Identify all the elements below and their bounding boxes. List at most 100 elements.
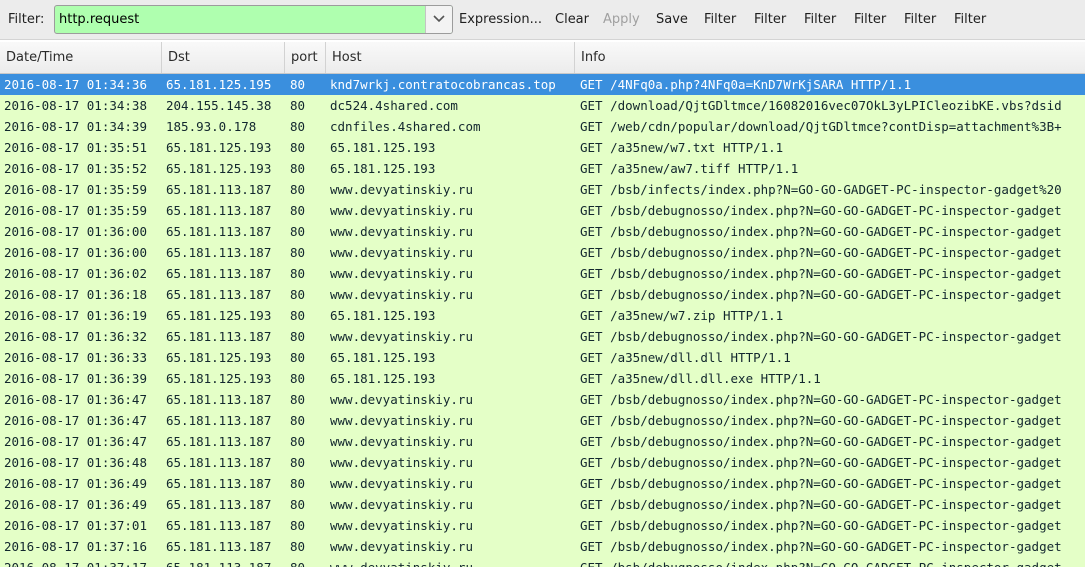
cell-host: www.devyatinskiy.ru (330, 287, 473, 302)
cell-port: 80 (290, 119, 306, 134)
expression-button[interactable]: Expression... (459, 12, 542, 27)
cell-datetime: 2016-08-17 01:37:17 (4, 557, 161, 567)
table-row[interactable]: 2016-08-17 01:36:18 65.181.113.187 80 www.d… (0, 284, 1085, 305)
filter-button-1[interactable]: Filter (704, 12, 736, 27)
table-row[interactable]: 2016-08-17 01:36:02 65.181.113.187 80 www.d… (0, 263, 1085, 284)
table-row[interactable]: 2016-08-17 01:34:38 204.155.145.38 80 dc524… (0, 95, 1085, 116)
cell-host: www.devyatinskiy.ru (330, 539, 473, 554)
cell-datetime: 2016-08-17 01:36:00 (4, 224, 147, 239)
cell-host: 65.181.125.193 (330, 161, 436, 176)
cell-datetime: 2016-08-17 01:37:01 (4, 518, 147, 533)
table-row[interactable]: 2016-08-17 01:36:32 65.181.113.187 80 www.d… (0, 326, 1085, 347)
display-filter-input[interactable] (55, 6, 425, 33)
cell-port: 80 (290, 266, 306, 281)
cell-datetime: 2016-08-17 01:36:19 (4, 308, 147, 323)
table-row[interactable]: 2016-08-17 01:36:39 65.181.125.193 80 65.18… (0, 368, 1085, 389)
filter-button-4[interactable]: Filter (854, 12, 886, 27)
table-row[interactable]: 2016-08-17 01:36:33 65.181.125.193 80 65.18… (0, 347, 1085, 368)
cell-dst: 185.93.0.178 (166, 119, 257, 134)
filter-button-5[interactable]: Filter (904, 12, 936, 27)
cell-port: 80 (290, 182, 306, 197)
packet-list: 2016-08-17 01:34:36 65.181.125.195 80 knd7w… (0, 74, 1085, 567)
table-row[interactable]: 2016-08-17 01:36:48 65.181.113.187 80 www.d… (0, 452, 1085, 473)
cell-info: GET /bsb/debugnosso/index.php?N=GO-GO-GA… (580, 539, 1062, 554)
table-row[interactable]: 2016-08-17 01:35:59 65.181.113.187 80 www.d… (0, 179, 1085, 200)
table-row[interactable]: 2016-08-17 01:36:47 65.181.113.187 80 www.d… (0, 410, 1085, 431)
cell-info: GET /bsb/debugnosso/index.php?N=GO-GO-GA… (580, 413, 1062, 428)
column-header-datetime[interactable]: Date/Time (0, 42, 162, 73)
cell-dst: 65.181.125.193 (166, 161, 272, 176)
table-row[interactable]: 2016-08-17 01:36:49 65.181.113.187 80 www.d… (0, 473, 1085, 494)
cell-datetime: 2016-08-17 01:35:59 (4, 203, 147, 218)
cell-datetime: 2016-08-17 01:36:32 (4, 329, 147, 344)
table-row[interactable]: 2016-08-17 01:36:19 65.181.125.193 80 65.18… (0, 305, 1085, 326)
table-row[interactable]: 2016-08-17 01:36:49 65.181.113.187 80 www.d… (0, 494, 1085, 515)
cell-datetime: 2016-08-17 01:36:49 (4, 476, 147, 491)
cell-port: 80 (290, 329, 306, 344)
cell-info: GET /bsb/debugnosso/index.php?N=GO-GO-GA… (580, 287, 1062, 302)
cell-port: 80 (290, 557, 326, 567)
column-header-info[interactable]: Info (575, 42, 1085, 73)
cell-info: GET /download/QjtGDltmce/16082016vec07Ok… (580, 98, 1062, 113)
cell-dst: 65.181.113.187 (166, 434, 272, 449)
table-row[interactable]: 2016-08-17 01:35:51 65.181.125.193 80 65.18… (0, 137, 1085, 158)
table-row[interactable]: 2016-08-17 01:36:00 65.181.113.187 80 www.d… (0, 242, 1085, 263)
cell-datetime: 2016-08-17 01:35:51 (4, 140, 147, 155)
table-row[interactable]: 2016-08-17 01:36:47 65.181.113.187 80 www.d… (0, 431, 1085, 452)
cell-datetime: 2016-08-17 01:36:47 (4, 413, 147, 428)
apply-button[interactable]: Apply (603, 12, 640, 27)
display-filter-combo[interactable] (54, 5, 453, 34)
cell-info: GET /bsb/debugnosso/index.php?N=GO-GO-GA… (580, 476, 1062, 491)
column-header-dst[interactable]: Dst (162, 42, 285, 73)
column-header-port[interactable]: port (285, 42, 326, 73)
table-row[interactable]: 2016-08-17 01:35:59 65.181.113.187 80 www.d… (0, 200, 1085, 221)
cell-dst: 65.181.113.187 (166, 539, 272, 554)
cell-port: 80 (290, 434, 306, 449)
save-button[interactable]: Save (656, 12, 688, 27)
cell-dst: 65.181.125.193 (166, 371, 272, 386)
cell-dst: 65.181.125.193 (166, 140, 272, 155)
cell-datetime: 2016-08-17 01:35:52 (4, 161, 147, 176)
table-row[interactable]: 2016-08-17 01:34:39 185.93.0.178 80 cdnfile… (0, 116, 1085, 137)
cell-host: www.devyatinskiy.ru (330, 434, 473, 449)
filter-dropdown-button[interactable] (425, 6, 452, 33)
table-row[interactable]: 2016-08-17 01:35:52 65.181.125.193 80 65.18… (0, 158, 1085, 179)
cell-info: GET /bsb/debugnosso/index.php?N=GO-GO-GA… (580, 329, 1062, 344)
cell-dst: 65.181.125.195 (166, 77, 272, 92)
filter-button-3[interactable]: Filter (804, 12, 836, 27)
cell-host: www.devyatinskiy.ru (330, 266, 473, 281)
cell-info: GET /bsb/debugnosso/index.php?N=GO-GO-GA… (580, 224, 1062, 239)
clear-button[interactable]: Clear (555, 12, 589, 27)
cell-datetime: 2016-08-17 01:36:18 (4, 287, 147, 302)
cell-datetime: 2016-08-17 01:36:33 (4, 350, 147, 365)
cell-info: GET /a35new/dll.dll HTTP/1.1 (580, 350, 791, 365)
cell-host: www.devyatinskiy.ru (330, 392, 473, 407)
chevron-down-icon (433, 15, 445, 23)
cell-info: GET /bsb/debugnosso/index.php?N=GO-GO-GA… (580, 497, 1062, 512)
filter-button-6[interactable]: Filter (954, 12, 986, 27)
filter-button-2[interactable]: Filter (754, 12, 786, 27)
cell-info: GET /4NFq0a.php?4NFq0a=KnD7WrKjSARA HTTP… (580, 77, 912, 92)
cell-port: 80 (290, 203, 306, 218)
cell-host: www.devyatinskiy.ru (330, 245, 473, 260)
cell-dst: 65.181.113.187 (166, 413, 272, 428)
table-row[interactable]: 2016-08-17 01:37:01 65.181.113.187 80 www.d… (0, 515, 1085, 536)
table-row[interactable]: 2016-08-17 01:37:16 65.181.113.187 80 www.d… (0, 536, 1085, 557)
cell-dst: 65.181.113.187 (166, 476, 272, 491)
table-row[interactable]: 2016-08-17 01:36:00 65.181.113.187 80 www.d… (0, 221, 1085, 242)
table-row-selected[interactable]: 2016-08-17 01:34:36 65.181.125.195 80 knd7w… (0, 74, 1085, 95)
cell-port: 80 (290, 371, 306, 386)
cell-datetime: 2016-08-17 01:36:47 (4, 392, 147, 407)
cell-host: www.devyatinskiy.ru (330, 182, 473, 197)
cell-datetime: 2016-08-17 01:36:48 (4, 455, 147, 470)
cell-datetime: 2016-08-17 01:36:47 (4, 434, 147, 449)
cell-info: GET /web/cdn/popular/download/QjtGDltmce… (580, 119, 1062, 134)
cell-host: www.devyatinskiy.ru (330, 203, 473, 218)
packet-list-header: Date/Time Dst port Host Info (0, 42, 1085, 74)
table-row[interactable]: 2016-08-17 01:37:17 65.181.113.187 80 www.d… (0, 557, 1085, 567)
cell-dst: 65.181.113.187 (166, 518, 272, 533)
column-header-host[interactable]: Host (326, 42, 575, 73)
cell-host: knd7wrkj.contratocobrancas.top (330, 77, 556, 92)
cell-host: www.devyatinskiy.ru (330, 476, 473, 491)
table-row[interactable]: 2016-08-17 01:36:47 65.181.113.187 80 www.d… (0, 389, 1085, 410)
